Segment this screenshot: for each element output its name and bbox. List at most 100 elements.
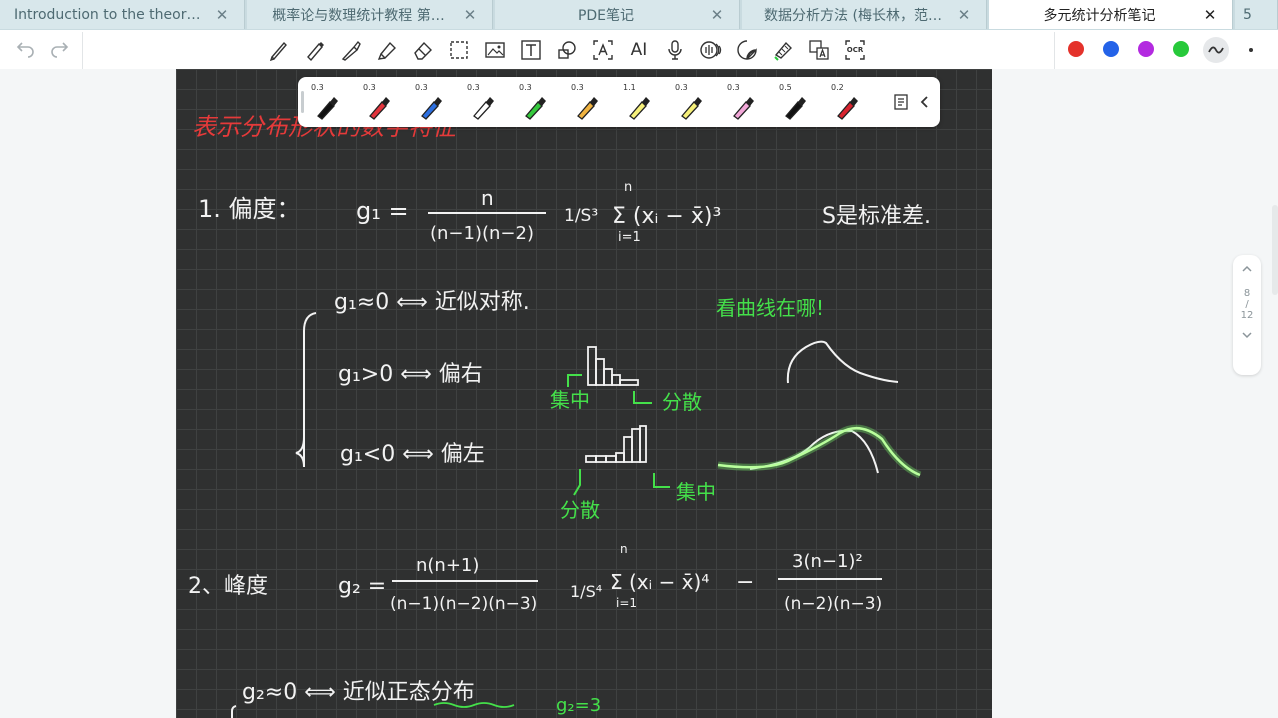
tab-label: 概率论与数理统计教程 第… (272, 7, 445, 24)
left-margin (0, 69, 176, 718)
pen-size-label: 0.3 (311, 83, 324, 92)
page-separator: / (1245, 299, 1249, 310)
close-icon[interactable]: ✕ (709, 6, 725, 24)
ocr-icon[interactable]: OCR (842, 37, 868, 63)
cases-brace (295, 312, 317, 468)
text-recognition-icon[interactable] (590, 37, 616, 63)
color-swatch-purple[interactable] (1138, 41, 1154, 57)
highlighter-tool-icon[interactable] (374, 37, 400, 63)
stroke-style-icon[interactable] (1203, 37, 1229, 63)
eraser-tool-icon[interactable] (410, 37, 436, 63)
case-negative: g₁<0 ⟺ 偏左 (340, 442, 485, 467)
scrollbar[interactable] (1272, 205, 1278, 295)
pen-size-label: 0.3 (571, 83, 584, 92)
close-icon[interactable]: ✕ (956, 6, 972, 24)
item2-denominator2: (n−2)(n−3) (784, 594, 882, 614)
green-jizhong1: 集中 (550, 388, 590, 412)
green-curve (717, 426, 921, 477)
sticker-icon[interactable] (734, 37, 760, 63)
redo-icon[interactable] (46, 37, 72, 63)
pen-icon (317, 97, 338, 120)
item1-s3: 1/S³ (564, 206, 598, 226)
fountain-pen-tool-icon[interactable] (338, 37, 364, 63)
pen-icon (421, 97, 442, 120)
image-insert-icon[interactable] (482, 37, 508, 63)
pen-preset-10[interactable]: 0.5 (776, 80, 816, 124)
item1-lhs: g₁ = (356, 197, 409, 225)
page-down-icon[interactable] (1233, 331, 1261, 342)
pen-preset-1[interactable]: 0.3 (308, 80, 348, 124)
pen-size-label: 0.3 (467, 83, 480, 92)
pencil-tool-icon[interactable] (302, 37, 328, 63)
close-icon[interactable]: ✕ (462, 6, 478, 24)
pen-tool-icon[interactable] (266, 37, 292, 63)
more-options-icon[interactable] (1238, 37, 1264, 63)
pen-preset-4[interactable]: 0.3 (464, 80, 504, 124)
translate-icon[interactable] (806, 37, 832, 63)
tab-probability-textbook[interactable]: 概率论与数理统计教程 第… ✕ (247, 0, 493, 29)
tab-multivariate-notes[interactable]: 多元统计分析笔记 ✕ (989, 0, 1233, 29)
palette-settings-icon[interactable] (888, 89, 914, 115)
color-swatch-green[interactable] (1173, 41, 1189, 57)
tape-tool-icon[interactable] (770, 37, 796, 63)
current-page: 8 (1243, 288, 1251, 299)
shape-tool-icon[interactable] (554, 37, 580, 63)
right-skew-curve (786, 340, 899, 384)
item1-numerator: n (481, 186, 494, 210)
pen-preset-11[interactable]: 0.2 (828, 80, 868, 124)
green-arrow-fensan1 (633, 391, 652, 404)
pen-preset-7[interactable]: 1.1 (620, 80, 660, 124)
case-g2: g₂≈0 ⟺ 近似正态分布 (242, 680, 475, 705)
color-swatch-blue[interactable] (1103, 41, 1119, 57)
tab-data-analysis[interactable]: 数据分析方法 (梅长林，范… ✕ (742, 0, 987, 29)
case-positive: g₁>0 ⟺ 偏右 (338, 362, 483, 387)
ai-text-tool[interactable]: AI (626, 37, 652, 63)
tab-label: Introduction to the theory… (14, 6, 208, 23)
palette-collapse-icon[interactable] (912, 89, 938, 115)
tab-label: 数据分析方法 (梅长林，范… (764, 7, 942, 24)
left-skew-bars (585, 425, 647, 463)
green-arrow-fensan2 (573, 469, 581, 496)
pen-size-label: 0.3 (415, 83, 428, 92)
pen-preset-6[interactable]: 0.3 (568, 80, 608, 124)
green-fensan1: 分散 (662, 390, 702, 414)
item2-denominator: (n−1)(n−2)(n−3) (390, 594, 537, 614)
pen-size-label: 0.3 (675, 83, 688, 92)
close-icon[interactable]: ✕ (1202, 6, 1218, 24)
undo-icon[interactable] (13, 37, 39, 63)
color-swatch-red[interactable] (1068, 41, 1084, 57)
audio-record-icon[interactable] (698, 37, 724, 63)
tab-overflow-count[interactable]: 5 (1235, 0, 1278, 29)
partial-brace (231, 705, 237, 718)
pen-size-label: 0.3 (727, 83, 740, 92)
item2-sum: Σ (xᵢ − x̄)⁴ (610, 570, 709, 594)
lasso-select-icon[interactable] (446, 37, 472, 63)
pen-preset-9[interactable]: 0.3 (724, 80, 764, 124)
microphone-icon[interactable] (662, 37, 688, 63)
right-skew-bars (587, 346, 639, 386)
tab-introduction-theory[interactable]: Introduction to the theory… ✕ (0, 0, 245, 29)
total-pages: 12 (1240, 310, 1254, 321)
page-up-icon[interactable] (1233, 265, 1261, 276)
pen-size-label: 0.3 (519, 83, 532, 92)
pen-preset-2[interactable]: 0.3 (360, 80, 400, 124)
tab-label: 多元统计分析笔记 (1043, 7, 1156, 24)
pen-size-label: 0.3 (363, 83, 376, 92)
pen-size-label: 0.5 (779, 83, 792, 92)
note-canvas[interactable]: 表示分布形状的数字特征 1. 偏度： g₁ = n (n−1)(n−2) 1/S… (176, 69, 992, 718)
pen-icon (681, 97, 702, 120)
close-icon[interactable]: ✕ (214, 6, 230, 24)
item1-label: 1. 偏度： (198, 195, 301, 223)
tab-overflow-label: 5 (1243, 6, 1252, 23)
item2-minus: − (736, 570, 754, 595)
pen-preset-3[interactable]: 0.3 (412, 80, 452, 124)
pen-preset-5[interactable]: 0.3 (516, 80, 556, 124)
pen-icon (785, 97, 806, 120)
green-arrow-jizhong1 (567, 374, 582, 387)
textbox-icon[interactable] (518, 37, 544, 63)
tab-pde-notes[interactable]: PDE笔记 ✕ (495, 0, 740, 29)
pen-preset-8[interactable]: 0.3 (672, 80, 712, 124)
item1-denominator: (n−1)(n−2) (430, 223, 534, 244)
toolbar-divider (82, 32, 83, 69)
palette-drag-handle[interactable] (301, 91, 304, 113)
